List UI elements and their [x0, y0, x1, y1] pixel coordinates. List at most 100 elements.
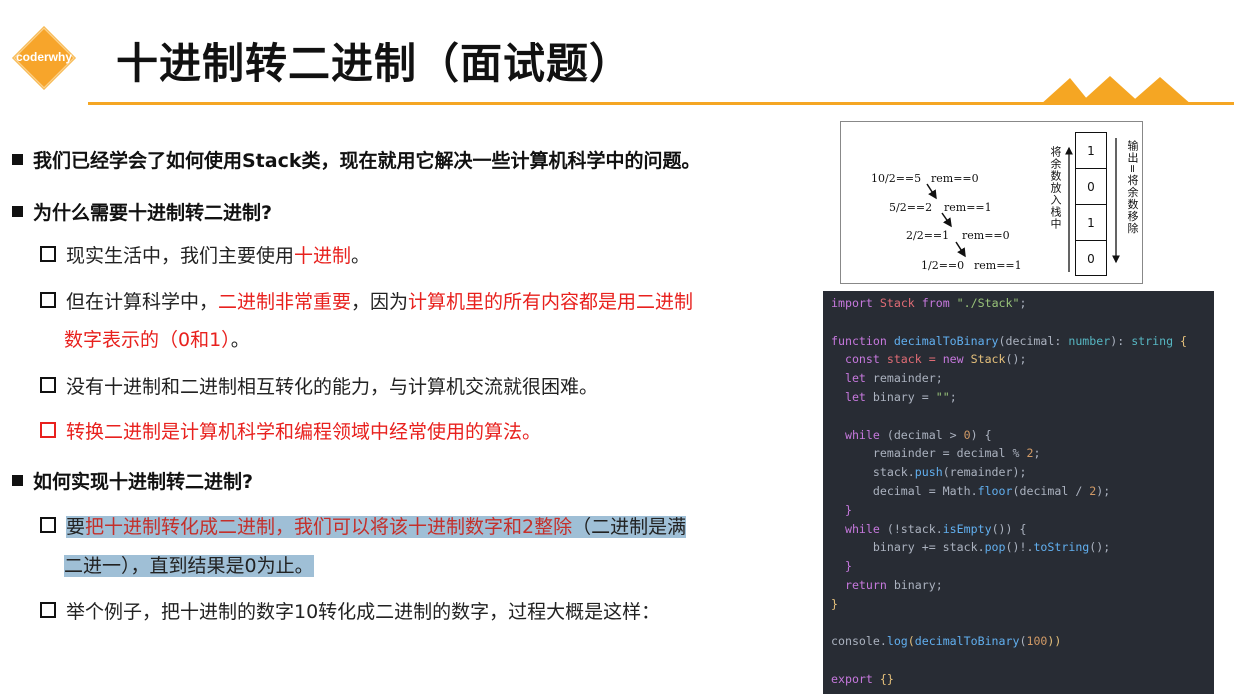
hollow-square-bullet-icon [40, 377, 56, 393]
text: 二进一），直到结果是0为止。 [64, 555, 314, 577]
code-token: console. [831, 634, 887, 649]
sub-bullet-algorithm: 转换二进制是计算机科学和编程领域中经常使用的算法。 [40, 417, 541, 444]
code-token: let [831, 371, 873, 386]
code-token: import [831, 296, 880, 310]
bullet-why-binary: 为什么需要十进制转二进制? [12, 198, 272, 225]
code-token: Stack [970, 352, 1006, 367]
text: 现实生活中，我们主要使用 [66, 245, 295, 267]
sub-bullet-decimal-life: 现实生活中，我们主要使用十进制。 [40, 241, 370, 268]
code-line: function decimalToBinary(decimal: number… [831, 332, 1214, 351]
code-token: (decimal > [886, 427, 964, 442]
code-line: } [831, 501, 1214, 520]
code-token: )) [1047, 634, 1062, 649]
code-token: function [831, 333, 894, 348]
code-line: export {} [831, 670, 1214, 689]
code-token: (); [1089, 540, 1111, 555]
code-token: (); [1005, 352, 1027, 367]
sub-bullet-no-conversion: 没有十进制和二进制相互转化的能力，与计算机交流就很困难。 [40, 372, 598, 399]
code-line: binary += stack.pop()!.toString(); [831, 538, 1214, 557]
hollow-square-bullet-red-icon [40, 422, 56, 438]
code-line: console.log(decimalToBinary(100)) [831, 632, 1214, 651]
code-token: binary = [872, 389, 936, 404]
code-line: } [831, 595, 1214, 614]
code-token: binary += stack. [831, 540, 985, 555]
square-bullet-icon [12, 154, 23, 165]
stack-cell: 1 [1076, 133, 1106, 169]
code-token: push [914, 465, 943, 480]
text: 要 [66, 516, 86, 538]
code-token: "" [935, 389, 950, 404]
code-token: { [1173, 333, 1188, 348]
code-line: while (decimal > 0) { [831, 426, 1214, 445]
stack-column: 1 0 1 0 [1075, 132, 1107, 276]
code-line: decimal = Math.floor(decimal / 2); [831, 482, 1214, 501]
square-bullet-icon [12, 475, 23, 486]
code-token: number [1068, 333, 1111, 348]
stack-cell: 1 [1076, 205, 1106, 241]
code-token: (decimal / [1012, 483, 1090, 498]
text: 。 [351, 245, 371, 267]
code-token: (decimal: [998, 333, 1069, 348]
text-red: 转换二进制是计算机科学和编程领域中经常使用的算法。 [66, 421, 542, 443]
code-token: ( [907, 634, 915, 649]
code-token: while [831, 521, 887, 536]
code-token: new [942, 352, 971, 367]
code-token: } [831, 559, 852, 574]
code-line: let remainder; [831, 369, 1214, 388]
mountains-decoration-icon [1040, 76, 1192, 105]
hollow-square-bullet-icon [40, 517, 56, 533]
code-line: while (!stack.isEmpty()) { [831, 520, 1214, 539]
code-block: import Stack from "./Stack"; function de… [823, 291, 1214, 694]
code-token: "./Stack" [956, 296, 1020, 310]
hollow-square-bullet-icon [40, 292, 56, 308]
code-token: ): [1110, 333, 1132, 348]
code-token: (remainder); [942, 465, 1027, 480]
push-label: 将余数放入栈中 [1049, 146, 1062, 230]
logo-text: coderwhy [15, 50, 72, 64]
code-token: remainder = decimal % [831, 446, 1027, 461]
bullet-text: 我们已经学会了如何使用Stack类，现在就用它解决一些计算机科学中的问题。 [33, 150, 701, 172]
code-token: decimalToBinary [893, 333, 999, 348]
code-token: string [1131, 333, 1174, 348]
text: 。 [230, 329, 250, 351]
bullet-stack-intro: 我们已经学会了如何使用Stack类，现在就用它解决一些计算机科学中的问题。 [12, 146, 701, 173]
code-token: isEmpty [942, 521, 992, 536]
code-token: } [831, 596, 838, 611]
code-token: ; [949, 389, 957, 404]
code-token: decimal = Math. [831, 483, 978, 498]
square-bullet-icon [12, 206, 23, 217]
code-token: log [886, 634, 908, 649]
code-token: ()!. [1005, 540, 1034, 555]
code-token: floor [977, 483, 1013, 498]
code-line: import Stack from "./Stack"; [831, 294, 1214, 313]
code-token: pop [984, 540, 1006, 555]
sub-bullet-divide-by-two-cont: 二进一），直到结果是0为止。 [64, 551, 314, 578]
code-token: while [831, 427, 887, 442]
text: ，因为 [351, 291, 409, 313]
bullet-text: 如何实现十进制转二进制? [33, 471, 254, 493]
code-token: 100 [1026, 634, 1048, 649]
code-line: const stack = new Stack(); [831, 350, 1214, 369]
code-token: ; [1033, 446, 1041, 461]
code-token: binary; [893, 577, 943, 592]
text: （二进制是满 [572, 516, 687, 538]
code-token: toString [1033, 540, 1090, 555]
stack-cell: 0 [1087, 252, 1095, 266]
text: 没有十进制和二进制相互转化的能力，与计算机交流就很困难。 [66, 376, 599, 398]
sub-bullet-binary-important-cont: 数字表示的（0和1）。 [64, 325, 250, 352]
code-token: 0 [963, 427, 971, 442]
text-red: 二进制非常重要 [218, 291, 352, 313]
code-token: let [831, 389, 873, 404]
text-red: 十进制 [294, 245, 352, 267]
sub-bullet-binary-important: 但在计算科学中，二进制非常重要，因为计算机里的所有内容都是用二进制 [40, 287, 693, 314]
code-token: ()) { [991, 521, 1027, 536]
code-line: remainder = decimal % 2; [831, 444, 1214, 463]
code-line: } [831, 557, 1214, 576]
hollow-square-bullet-icon [40, 246, 56, 262]
code-token: remainder; [872, 371, 943, 386]
code-token: ); [1096, 483, 1111, 498]
logo-badge: coderwhy [8, 22, 80, 94]
